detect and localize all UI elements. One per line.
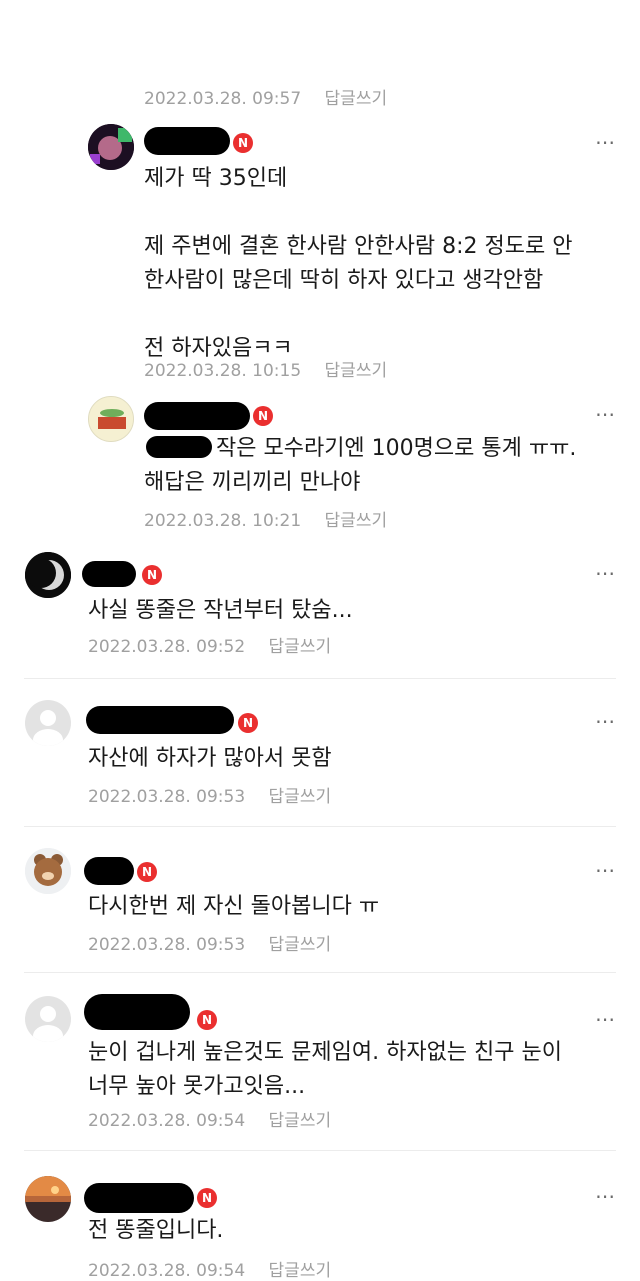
comment-meta: 2022.03.28. 10:15 답글쓰기 xyxy=(144,356,387,381)
comment-date: 2022.03.28. 09:57 xyxy=(144,89,302,109)
avatar[interactable] xyxy=(25,1176,71,1222)
more-options-icon[interactable]: ⋯ xyxy=(595,1186,616,1206)
avatar[interactable] xyxy=(88,396,134,442)
reply-button[interactable]: 답글쓰기 xyxy=(325,511,388,531)
new-badge: N xyxy=(253,406,273,426)
new-badge: N xyxy=(233,133,253,153)
comment-date: 2022.03.28. 09:54 xyxy=(88,1111,246,1131)
reply-button[interactable]: 답글쓰기 xyxy=(325,361,388,381)
author-name-redacted xyxy=(144,127,230,155)
comment-date: 2022.03.28. 09:52 xyxy=(88,637,246,657)
divider xyxy=(24,1150,616,1151)
more-options-icon[interactable]: ⋯ xyxy=(595,563,616,583)
new-badge: N xyxy=(197,1188,217,1208)
comment-meta: 2022.03.28. 10:21 답글쓰기 xyxy=(144,506,387,531)
new-badge: N xyxy=(197,1010,217,1030)
author-name-redacted xyxy=(84,1183,194,1213)
more-options-icon[interactable]: ⋯ xyxy=(595,711,616,731)
new-badge: N xyxy=(137,862,157,882)
divider xyxy=(24,972,616,973)
new-badge: N xyxy=(142,565,162,585)
default-avatar-icon[interactable] xyxy=(25,700,71,746)
avatar[interactable] xyxy=(25,552,71,598)
author-name-redacted xyxy=(84,857,134,885)
comment-meta: 2022.03.28. 09:54 답글쓰기 xyxy=(88,1106,331,1131)
comment-text: 자산에 하자가 많아서 못함 xyxy=(88,746,332,771)
comment-text: 눈이 겁나게 높은것도 문제임여. 하자없는 친구 눈이 너무 높아 못가고잇음… xyxy=(88,1040,562,1099)
comment-text: 작은 모수라기엔 100명으로 통계 ㅠㅠ. 해답은 끼리끼리 만나야 xyxy=(144,436,577,495)
comment-text: 사실 똥줄은 작년부터 탔숨... xyxy=(88,598,353,623)
reply-button[interactable]: 답글쓰기 xyxy=(269,1261,332,1281)
divider xyxy=(24,678,616,679)
reply-button[interactable]: 답글쓰기 xyxy=(269,787,332,807)
more-options-icon[interactable]: ⋯ xyxy=(595,1009,616,1029)
author-name-redacted xyxy=(86,706,234,734)
comment-text: 전 똥줄입니다. xyxy=(88,1218,224,1243)
comment-meta: 2022.03.28. 09:57 답글쓰기 xyxy=(144,84,387,109)
default-avatar-icon[interactable] xyxy=(25,996,71,1042)
comment-meta: 2022.03.28. 09:53 답글쓰기 xyxy=(88,930,331,955)
avatar[interactable] xyxy=(25,848,71,894)
comment-meta: 2022.03.28. 09:53 답글쓰기 xyxy=(88,782,331,807)
comment-date: 2022.03.28. 10:15 xyxy=(144,361,302,381)
more-options-icon[interactable]: ⋯ xyxy=(595,132,616,152)
comment-date: 2022.03.28. 09:53 xyxy=(88,787,246,807)
reply-button[interactable]: 답글쓰기 xyxy=(269,935,332,955)
comment-date: 2022.03.28. 10:21 xyxy=(144,511,302,531)
comment-text: 다시한번 제 자신 돌아봅니다 ㅠ xyxy=(88,894,380,919)
author-name-redacted xyxy=(144,402,250,430)
more-options-icon[interactable]: ⋯ xyxy=(595,404,616,424)
comment-date: 2022.03.28. 09:53 xyxy=(88,935,246,955)
avatar[interactable] xyxy=(88,124,134,170)
reply-button[interactable]: 답글쓰기 xyxy=(325,89,388,109)
reply-button[interactable]: 답글쓰기 xyxy=(269,637,332,657)
new-badge: N xyxy=(238,713,258,733)
comment-text: 제가 딱 35인데 제 주변에 결혼 한사람 안한사람 8:2 정도로 안 한사… xyxy=(144,166,573,361)
reply-button[interactable]: 답글쓰기 xyxy=(269,1111,332,1131)
author-name-redacted xyxy=(84,994,190,1030)
author-name-redacted xyxy=(82,561,136,587)
divider xyxy=(24,826,616,827)
comment-date: 2022.03.28. 09:54 xyxy=(88,1261,246,1281)
comment-meta: 2022.03.28. 09:52 답글쓰기 xyxy=(88,632,331,657)
more-options-icon[interactable]: ⋯ xyxy=(595,860,616,880)
comment-meta: 2022.03.28. 09:54 답글쓰기 xyxy=(88,1256,331,1281)
